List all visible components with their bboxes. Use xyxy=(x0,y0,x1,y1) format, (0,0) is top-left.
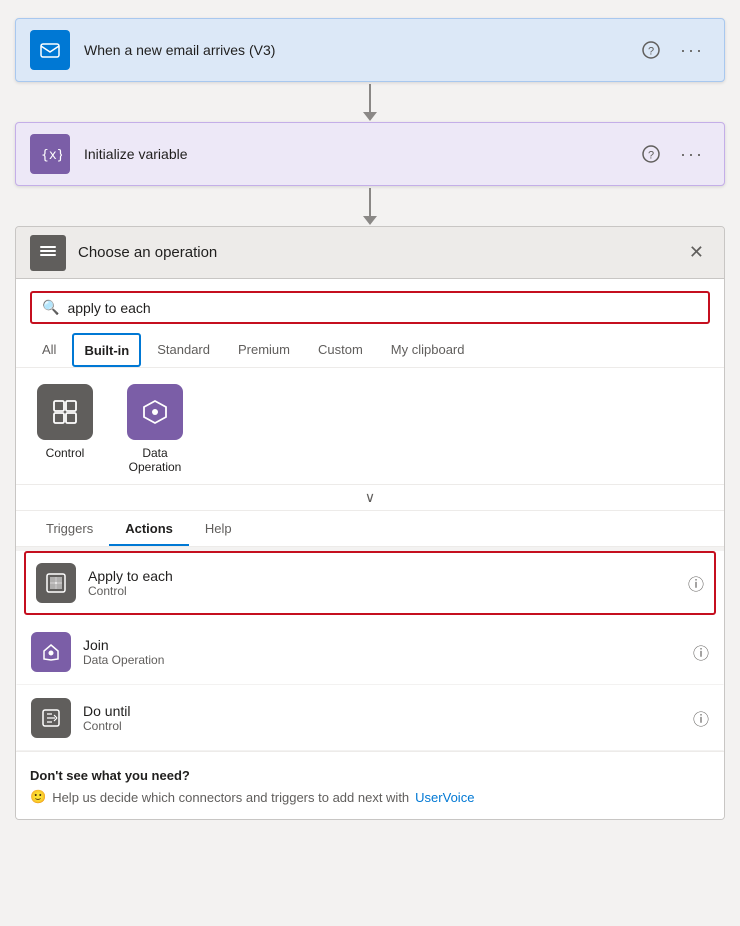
do-until-name: Do until xyxy=(83,703,681,719)
action-do-until[interactable]: Do until Control ⓘ xyxy=(16,685,724,751)
arrow-2 xyxy=(363,186,377,226)
choose-operation-panel: Choose an operation ✕ 🔍 All Built-in Sta… xyxy=(15,226,725,820)
join-name: Join xyxy=(83,637,681,653)
tab-builtin[interactable]: Built-in xyxy=(72,333,141,367)
control-label: Control xyxy=(46,446,85,460)
subtab-actions[interactable]: Actions xyxy=(109,511,189,546)
search-box: 🔍 xyxy=(30,291,710,324)
do-until-icon xyxy=(31,698,71,738)
variable-card-actions: ? ··· xyxy=(636,140,710,169)
action-list: Apply to each Control ⓘ Join Data Operat… xyxy=(16,551,724,751)
collapse-row[interactable]: ∨ xyxy=(16,485,724,511)
arrow-1 xyxy=(363,82,377,122)
apply-to-each-info-icon[interactable]: ⓘ xyxy=(688,571,704,595)
subtabs-row: Triggers Actions Help xyxy=(16,511,724,547)
email-help-button[interactable]: ? xyxy=(636,37,666,63)
variable-help-button[interactable]: ? xyxy=(636,141,666,167)
connector-grid: Control DataOperation xyxy=(16,368,724,485)
more-icon: ··· xyxy=(680,40,704,61)
collapse-chevron-icon: ∨ xyxy=(365,489,375,506)
email-trigger-title: When a new email arrives (V3) xyxy=(84,42,636,58)
dataop-icon xyxy=(127,384,183,440)
do-until-info-icon[interactable]: ⓘ xyxy=(693,706,709,730)
variable-icon: {x} xyxy=(30,134,70,174)
join-subtitle: Data Operation xyxy=(83,653,681,667)
footer-title: Don't see what you need? xyxy=(30,768,710,783)
footer-text: Help us decide which connectors and trig… xyxy=(52,790,409,805)
more-icon-2: ··· xyxy=(680,144,704,165)
variable-card: {x} Initialize variable ? ··· xyxy=(15,122,725,186)
arrow-head-2 xyxy=(363,216,377,225)
svg-text:?: ? xyxy=(648,46,654,58)
apply-to-each-subtitle: Control xyxy=(88,584,676,598)
footer-link-row: 🙂 Help us decide which connectors and tr… xyxy=(30,789,710,805)
action-join[interactable]: Join Data Operation ⓘ xyxy=(16,619,724,685)
arrow-line-1 xyxy=(369,84,371,112)
do-until-subtitle: Control xyxy=(83,719,681,733)
search-container: 🔍 xyxy=(16,279,724,332)
search-input[interactable] xyxy=(67,300,698,316)
subtab-triggers[interactable]: Triggers xyxy=(30,511,109,546)
email-more-button[interactable]: ··· xyxy=(674,36,710,65)
action-apply-to-each[interactable]: Apply to each Control ⓘ xyxy=(24,551,716,615)
join-info-icon[interactable]: ⓘ xyxy=(693,640,709,664)
subtab-help[interactable]: Help xyxy=(189,511,248,546)
join-icon xyxy=(31,632,71,672)
choose-panel-title: Choose an operation xyxy=(78,244,683,261)
choose-panel-header: Choose an operation ✕ xyxy=(16,227,724,279)
svg-text:?: ? xyxy=(648,150,654,162)
search-icon: 🔍 xyxy=(42,299,59,316)
tab-custom[interactable]: Custom xyxy=(306,332,375,367)
tab-standard[interactable]: Standard xyxy=(145,332,222,367)
footer-section: Don't see what you need? 🙂 Help us decid… xyxy=(16,751,724,819)
choose-panel-close-button[interactable]: ✕ xyxy=(683,238,710,267)
connector-control[interactable]: Control xyxy=(30,384,100,474)
email-card-actions: ? ··· xyxy=(636,36,710,65)
do-until-text: Do until Control xyxy=(83,703,681,733)
tab-myclipboard[interactable]: My clipboard xyxy=(379,332,477,367)
connector-dataop[interactable]: DataOperation xyxy=(120,384,190,474)
uservoice-link[interactable]: UserVoice xyxy=(415,790,474,805)
apply-to-each-name: Apply to each xyxy=(88,568,676,584)
choose-panel-icon xyxy=(30,235,66,271)
join-text: Join Data Operation xyxy=(83,637,681,667)
variable-title: Initialize variable xyxy=(84,146,636,162)
arrow-head-1 xyxy=(363,112,377,121)
email-trigger-card: When a new email arrives (V3) ? ··· xyxy=(15,18,725,82)
control-icon xyxy=(37,384,93,440)
arrow-line-2 xyxy=(369,188,371,216)
apply-to-each-text: Apply to each Control xyxy=(88,568,676,598)
apply-to-each-icon xyxy=(36,563,76,603)
svg-text:{x}: {x} xyxy=(41,148,62,163)
canvas: When a new email arrives (V3) ? ··· {x} … xyxy=(0,0,740,838)
tabs-row: All Built-in Standard Premium Custom My … xyxy=(16,332,724,368)
tab-all[interactable]: All xyxy=(30,332,68,367)
email-icon xyxy=(30,30,70,70)
dataop-label: DataOperation xyxy=(129,446,182,474)
variable-more-button[interactable]: ··· xyxy=(674,140,710,169)
tab-premium[interactable]: Premium xyxy=(226,332,302,367)
connector-grid-inner: Control DataOperation xyxy=(30,384,710,474)
footer-emoji: 🙂 xyxy=(30,789,46,805)
